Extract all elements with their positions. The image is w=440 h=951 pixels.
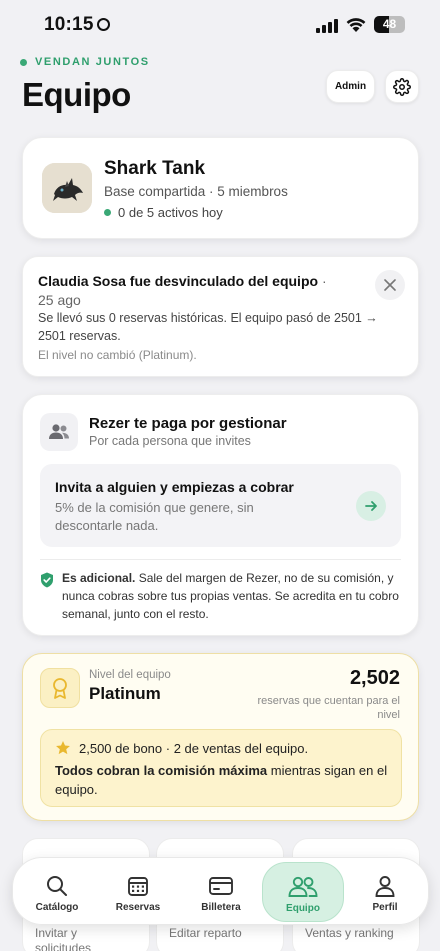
team-subtitle: Base compartida · 5 miembros [104, 184, 288, 199]
invite-subtitle: 5% de la comisión que genere, sin descon… [55, 500, 254, 533]
invite-arrow-button[interactable] [356, 491, 386, 521]
bonus-description-bold: Todos cobran la comisión máxima [55, 763, 268, 778]
divider [40, 559, 401, 560]
invite-requests-label: Invitar y solicitudes [35, 926, 92, 951]
edit-split-label: Editar reparto [169, 926, 242, 940]
tab-equipo-label: Equipo [286, 903, 320, 914]
team-icon [288, 876, 318, 897]
notice-footer: El nivel no cambió (Platinum). [38, 348, 197, 362]
tab-reservas-label: Reservas [115, 902, 161, 913]
team-active-status: 0 de 5 activos hoy [104, 205, 223, 220]
referral-note: Es adicional. Sale del margen de Rezer, … [62, 569, 402, 623]
settings-button[interactable] [385, 70, 419, 103]
battery-icon: 48 [374, 16, 405, 33]
page-title: Equipo [22, 76, 131, 113]
notice-title-text: Claudia Sosa fue desvinculado del equipo [38, 273, 319, 289]
team-avatar [42, 163, 92, 213]
tab-billetera-label: Billetera [201, 902, 241, 913]
status-bar: 10:15 48 [0, 0, 440, 52]
person-icon [375, 876, 395, 897]
team-name: Shark Tank [104, 158, 206, 179]
search-icon [47, 876, 67, 896]
referral-title: Rezer te paga por gestionar [89, 415, 287, 432]
battery-level: 48 [382, 17, 397, 31]
arrow-right-icon [365, 501, 377, 511]
notice-title: Claudia Sosa fue desvinculado del equipo… [38, 272, 338, 310]
clock: 10:15 [44, 14, 94, 35]
level-icon-box [40, 668, 80, 708]
bonus-description: Todos cobran la comisión máxima mientras… [55, 761, 395, 799]
bonus-line: 2,500 de bono · 2 de ventas del equipo. [55, 740, 308, 756]
referral-note-bold: Es adicional. [62, 571, 136, 585]
status-dot [20, 58, 27, 66]
tab-catalogo-label: Catálogo [35, 902, 79, 913]
wallet-icon [209, 877, 233, 895]
status-time: 10:15 [44, 14, 110, 36]
eyebrow: VENDAN JUNTOS [20, 56, 150, 68]
tab-catalogo[interactable]: Catálogo [16, 862, 98, 922]
referral-icon-box [40, 413, 78, 451]
people-icon [49, 424, 69, 439]
shield-check-icon [41, 572, 53, 588]
tab-perfil[interactable]: Perfil [344, 862, 426, 922]
bonus-text: 2,500 de bono · 2 de ventas del equipo. [79, 740, 309, 756]
star-icon [56, 741, 70, 755]
level-label: Nivel del equipo [89, 669, 171, 681]
tab-reservas[interactable]: Reservas [97, 862, 179, 922]
close-icon [384, 279, 396, 291]
eyebrow-label: VENDAN JUNTOS [35, 56, 150, 68]
referral-card: Rezer te paga por gestionar Por cada per… [22, 394, 419, 636]
invite-button[interactable]: Invita a alguien y empiezas a cobrar 5% … [40, 464, 401, 547]
shark-logo-icon [42, 163, 92, 213]
sales-ranking-label: Ventas y ranking [305, 926, 394, 940]
level-count-label: reservas que cuentan para el nivel [257, 695, 400, 721]
tab-equipo[interactable]: Equipo [262, 862, 344, 922]
invite-title: Invita a alguien y empiezas a cobrar [55, 479, 294, 495]
active-dot [104, 209, 111, 216]
referral-subtitle: Por cada persona que invites [89, 434, 251, 448]
level-name: Platinum [89, 684, 161, 703]
wifi-icon [346, 18, 366, 32]
team-active-label: 0 de 5 activos hoy [118, 205, 223, 220]
calendar-icon [128, 877, 148, 896]
bottom-tab-bar: Catálogo Reservas Billetera Equipo Perfi… [12, 857, 429, 925]
admin-button[interactable]: Admin [326, 70, 375, 103]
level-count: 2,502 [349, 667, 400, 689]
bonus-box: 2,500 de bono · 2 de ventas del equipo. … [40, 729, 402, 807]
tab-billetera[interactable]: Billetera [180, 862, 262, 922]
cellular-signal-icon [316, 19, 338, 33]
notice-body: Se llevó sus 0 reservas históricas. El e… [38, 311, 378, 343]
team-level-card: Nivel del equipo Platinum 2,502 reservas… [22, 653, 419, 821]
dismiss-notice-button[interactable] [375, 270, 405, 300]
removal-notice-card: Claudia Sosa fue desvinculado del equipo… [22, 256, 419, 377]
focus-icon [96, 18, 110, 31]
award-badge-icon [53, 678, 67, 699]
gear-icon [393, 77, 411, 96]
team-card[interactable]: Shark Tank Base compartida · 5 miembros … [22, 137, 419, 239]
tab-perfil-label: Perfil [372, 902, 398, 913]
